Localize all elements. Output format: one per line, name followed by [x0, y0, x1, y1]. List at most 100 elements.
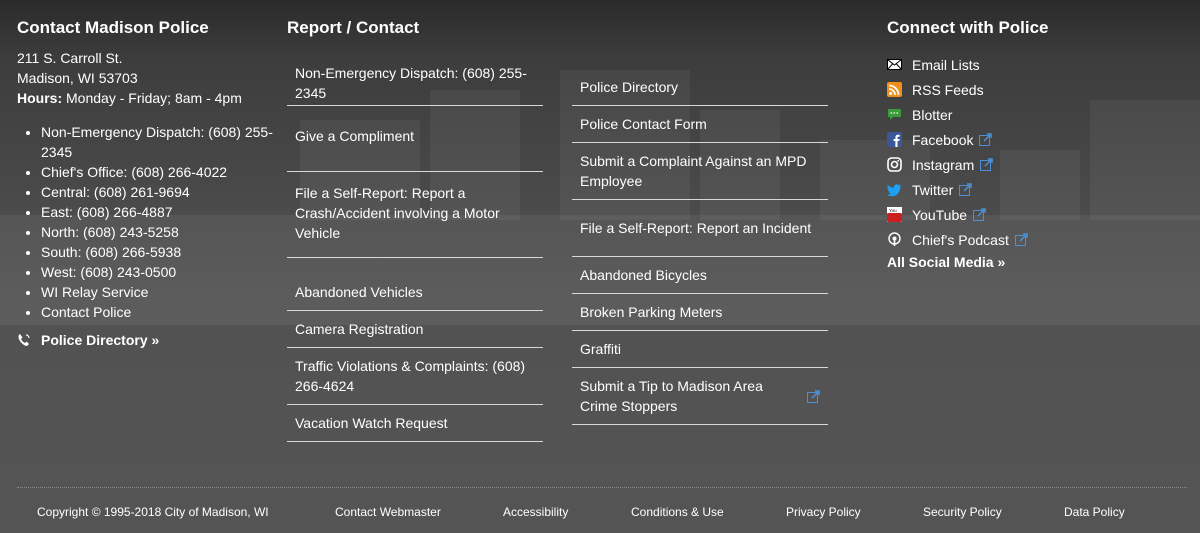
report-link-graffiti[interactable]: Graffiti: [580, 339, 621, 359]
svg-text:You: You: [889, 208, 897, 213]
footer-link-data-policy[interactable]: Data Policy: [1064, 505, 1125, 519]
instagram-icon: [887, 157, 902, 172]
list-item: Police Directory: [572, 58, 828, 106]
phone-chiefs-office: Chief's Office: (608) 266-4022: [41, 164, 228, 180]
list-item: Police Contact Form: [572, 106, 828, 143]
twitter-link[interactable]: Twitter: [912, 182, 953, 198]
list-item: Give a Compliment: [287, 106, 543, 172]
report-link-nonemergency[interactable]: Non-Emergency Dispatch: (608) 255-2345: [295, 63, 535, 103]
phone-central: Central: (608) 261-9694: [41, 184, 190, 200]
footer-link-accessibility[interactable]: Accessibility: [503, 505, 631, 519]
list-item: Traffic Violations & Complaints: (608) 2…: [287, 348, 543, 405]
connect-section: Connect with Police Email Lists RSS Feed…: [887, 18, 1147, 270]
list-item: File a Self-Report: Report a Crash/Accid…: [287, 172, 543, 258]
external-link-icon[interactable]: [973, 208, 986, 221]
list-item: Submit a Tip to Madison Area Crime Stopp…: [572, 368, 828, 425]
list-item: Email Lists: [887, 52, 1147, 77]
list-item: North: (608) 243-5258: [41, 222, 282, 242]
contact-section: Contact Madison Police 211 S. Carroll St…: [17, 18, 282, 348]
report-link-self-report-incident[interactable]: File a Self-Report: Report an Incident: [580, 218, 811, 238]
report-list-b: Police Directory Police Contact Form Sub…: [572, 58, 828, 425]
list-item: Facebook: [887, 127, 1147, 152]
police-directory-row: Police Directory »: [17, 332, 282, 348]
phone-south: South: (608) 266-5938: [41, 244, 182, 260]
all-social-media-link[interactable]: All Social Media »: [887, 254, 1005, 270]
report-link-parking-meters[interactable]: Broken Parking Meters: [580, 302, 722, 322]
youtube-link[interactable]: YouTube: [912, 207, 967, 223]
footer-divider: [17, 487, 1187, 488]
phone-north: North: (608) 243-5258: [41, 224, 179, 240]
report-link-police-directory[interactable]: Police Directory: [580, 77, 678, 97]
facebook-link[interactable]: Facebook: [912, 132, 973, 148]
hours-label: Hours:: [17, 90, 63, 106]
external-link-icon[interactable]: [807, 389, 820, 403]
hours-value: Monday - Friday; 8am - 4pm: [66, 90, 242, 106]
list-item: East: (608) 266-4887: [41, 202, 282, 222]
phone-nonemergency: Non-Emergency Dispatch: (608) 255-2345: [41, 124, 273, 160]
rss-icon: [887, 82, 902, 97]
report-link-traffic-violations[interactable]: Traffic Violations & Complaints: (608) 2…: [295, 356, 535, 396]
list-item: Abandoned Vehicles: [287, 258, 543, 311]
list-item: Chief's Podcast: [887, 227, 1147, 252]
report-link-abandoned-bicycles[interactable]: Abandoned Bicycles: [580, 265, 707, 285]
list-item: Twitter: [887, 177, 1147, 202]
report-link-self-report-crash[interactable]: File a Self-Report: Report a Crash/Accid…: [295, 183, 535, 243]
external-link-icon[interactable]: [959, 183, 972, 196]
report-list-a: Non-Emergency Dispatch: (608) 255-2345 G…: [287, 58, 543, 442]
report-link-abandoned-vehicles[interactable]: Abandoned Vehicles: [295, 282, 423, 302]
social-list: Email Lists RSS Feeds Blotter Facebook I…: [887, 52, 1147, 252]
phone-book-icon: [18, 334, 30, 346]
twitter-icon: [887, 184, 901, 197]
report-link-compliment[interactable]: Give a Compliment: [295, 126, 414, 146]
report-link-vacation-watch[interactable]: Vacation Watch Request: [295, 413, 448, 433]
envelope-icon: [887, 59, 902, 70]
footer: Copyright © 1995-2018 City of Madison, W…: [37, 505, 1167, 519]
footer-link-security[interactable]: Security Policy: [923, 505, 1064, 519]
list-item: Chief's Office: (608) 266-4022: [41, 162, 282, 182]
external-link-icon[interactable]: [980, 158, 993, 171]
list-item: Central: (608) 261-9694: [41, 182, 282, 202]
wi-relay-link[interactable]: WI Relay Service: [41, 284, 148, 300]
list-item: Graffiti: [572, 331, 828, 368]
instagram-link[interactable]: Instagram: [912, 157, 974, 173]
rss-feeds-link[interactable]: RSS Feeds: [912, 82, 984, 98]
external-link-icon[interactable]: [1014, 233, 1028, 246]
list-item: File a Self-Report: Report an Incident: [572, 200, 828, 257]
phone-west: West: (608) 243-0500: [41, 264, 177, 280]
list-item: Non-Emergency Dispatch: (608) 255-2345: [287, 58, 543, 106]
facebook-icon: [887, 132, 902, 147]
podcast-icon: [888, 232, 901, 246]
report-heading: Report / Contact: [287, 18, 420, 37]
email-lists-link[interactable]: Email Lists: [912, 57, 980, 73]
report-link-complaint[interactable]: Submit a Complaint Against an MPD Employ…: [580, 151, 820, 191]
list-item: Camera Registration: [287, 311, 543, 348]
list-item: Non-Emergency Dispatch: (608) 255-2345: [41, 122, 282, 162]
connect-heading: Connect with Police: [887, 18, 1049, 37]
footer-link-privacy[interactable]: Privacy Policy: [786, 505, 923, 519]
list-item: Blotter: [887, 102, 1147, 127]
list-item: Submit a Complaint Against an MPD Employ…: [572, 143, 828, 200]
police-directory-link[interactable]: Police Directory »: [41, 332, 159, 348]
list-item: Vacation Watch Request: [287, 405, 543, 442]
footer-link-conditions[interactable]: Conditions & Use: [631, 505, 786, 519]
report-link-contact-form[interactable]: Police Contact Form: [580, 114, 707, 134]
address-block: 211 S. Carroll St. Madison, WI 53703 Hou…: [17, 48, 282, 108]
list-item: RSS Feeds: [887, 77, 1147, 102]
list-item: You YouTube: [887, 202, 1147, 227]
chat-bubble-icon: [888, 109, 901, 120]
address-line1: 211 S. Carroll St.: [17, 50, 123, 66]
phone-east: East: (608) 266-4887: [41, 204, 173, 220]
report-link-crime-stoppers[interactable]: Submit a Tip to Madison Area Crime Stopp…: [580, 376, 780, 416]
report-link-camera-registration[interactable]: Camera Registration: [295, 319, 423, 339]
external-link-icon[interactable]: [979, 133, 993, 146]
blotter-link[interactable]: Blotter: [912, 107, 952, 123]
contact-heading: Contact Madison Police: [17, 18, 209, 37]
contact-police-link[interactable]: Contact Police: [41, 304, 131, 320]
list-item: South: (608) 266-5938: [41, 242, 282, 262]
address-line2: Madison, WI 53703: [17, 70, 138, 86]
list-item: Contact Police: [41, 302, 282, 322]
footer-link-contact-webmaster[interactable]: Contact Webmaster: [335, 505, 503, 519]
list-item: West: (608) 243-0500: [41, 262, 282, 282]
podcast-link[interactable]: Chief's Podcast: [912, 232, 1009, 248]
youtube-icon: You: [887, 207, 902, 222]
